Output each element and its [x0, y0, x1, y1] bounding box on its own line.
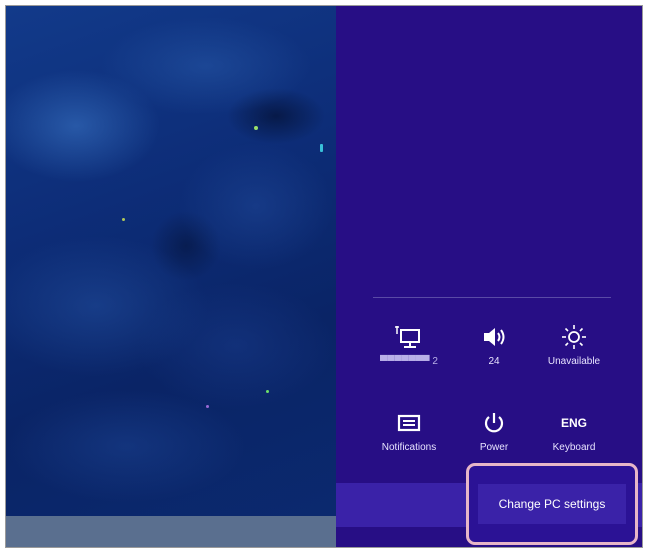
change-pc-settings-button[interactable]: Change PC settings — [478, 484, 626, 524]
taskbar — [6, 516, 336, 547]
volume-label: 24 — [488, 356, 500, 367]
settings-charm-panel: ▀▀▀▀▀▀▀ 2 24 Unavailable Notifications P… — [336, 6, 642, 547]
volume-icon — [456, 322, 532, 352]
light-dot — [206, 405, 209, 408]
divider — [373, 297, 611, 298]
light-dot — [320, 144, 323, 152]
change-pc-settings-label: Change PC settings — [498, 497, 606, 511]
keyboard-icon: ENG — [536, 408, 612, 438]
keyboard-label: Keyboard — [552, 442, 596, 453]
brightness-tile[interactable]: Unavailable — [536, 322, 612, 367]
power-label: Power — [479, 442, 509, 453]
network-icon — [371, 322, 447, 352]
notifications-tile[interactable]: Notifications — [371, 408, 447, 453]
network-tile[interactable]: ▀▀▀▀▀▀▀ 2 — [371, 322, 447, 367]
volume-tile[interactable]: 24 — [456, 322, 532, 367]
screenshot-frame: ▀▀▀▀▀▀▀ 2 24 Unavailable Notifications P… — [5, 5, 643, 548]
notifications-icon — [371, 408, 447, 438]
light-dot — [122, 218, 125, 221]
brightness-label: Unavailable — [547, 356, 601, 367]
desktop-wallpaper — [6, 6, 336, 547]
keyboard-language-text: ENG — [560, 416, 587, 430]
power-tile[interactable]: Power — [456, 408, 532, 453]
notifications-label: Notifications — [381, 442, 437, 453]
light-dot — [266, 390, 269, 393]
light-dot — [254, 126, 258, 130]
power-icon — [456, 408, 532, 438]
keyboard-tile[interactable]: ENG Keyboard — [536, 408, 612, 453]
network-label: ▀▀▀▀▀▀▀ 2 — [380, 356, 438, 367]
change-pc-settings-highlight: Change PC settings — [466, 463, 638, 545]
brightness-icon — [536, 322, 612, 352]
